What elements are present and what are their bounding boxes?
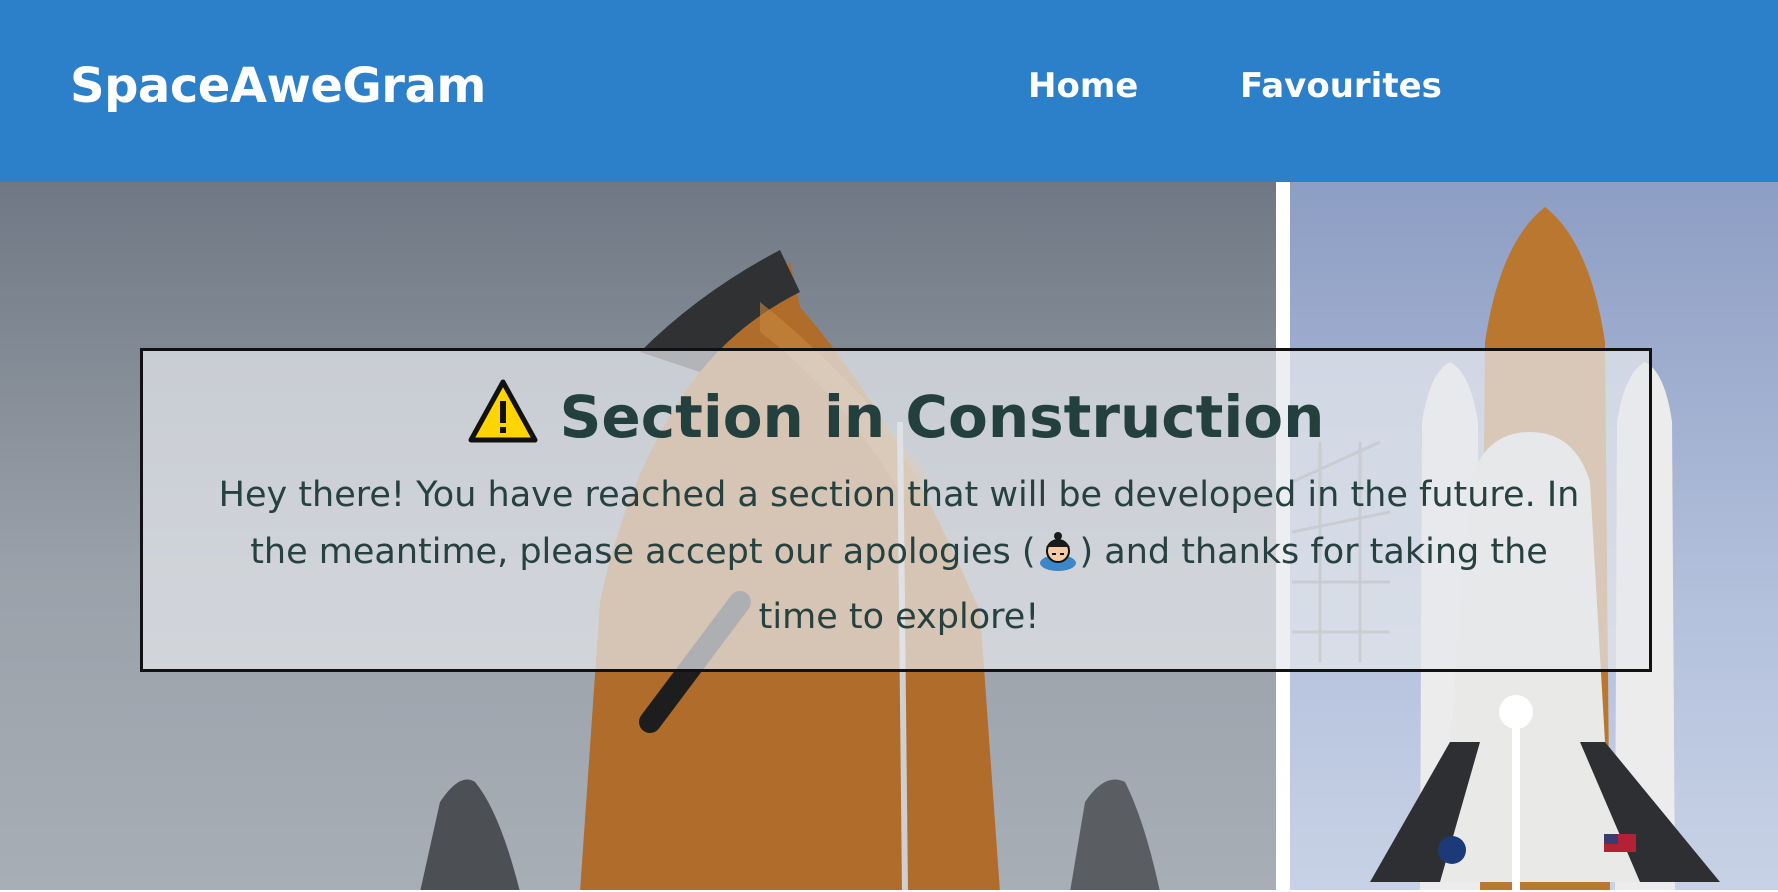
notice-title-row: Section in Construction bbox=[143, 379, 1649, 457]
warning-icon bbox=[468, 379, 538, 457]
brand-logo[interactable]: SpaceAweGram bbox=[70, 58, 486, 114]
construction-notice: Section in Construction Hey there! You h… bbox=[140, 348, 1652, 672]
notice-body: Hey there! You have reached a section th… bbox=[213, 467, 1585, 646]
nav-home-link[interactable]: Home bbox=[1028, 66, 1138, 106]
top-navbar: SpaceAweGram Home Favourites bbox=[0, 0, 1778, 182]
notice-title: Section in Construction bbox=[559, 383, 1325, 451]
bowing-person-icon bbox=[1036, 529, 1080, 589]
nav-favourites-link[interactable]: Favourites bbox=[1240, 66, 1442, 106]
